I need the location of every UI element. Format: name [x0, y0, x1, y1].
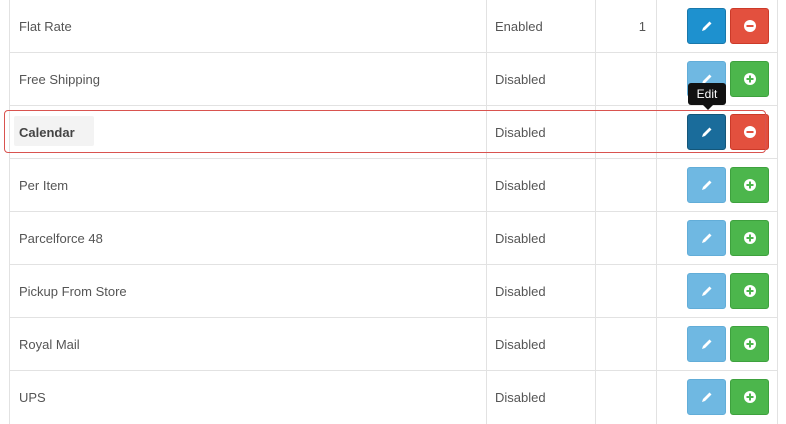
pencil-icon [701, 180, 711, 190]
status-text: Disabled [495, 178, 546, 193]
extension-name: UPS [19, 390, 46, 405]
actions-cell [657, 371, 778, 424]
name-cell: Parcelforce 48 [9, 212, 487, 265]
name-cell: UPS [9, 371, 487, 424]
edit-button-disabled [687, 167, 726, 203]
sort-order-cell [596, 106, 657, 159]
name-cell: Flat Rate [9, 0, 487, 53]
plus-circle-icon [743, 179, 756, 191]
name-cell: Free Shipping [9, 53, 487, 106]
name-cell: Calendar [9, 106, 487, 159]
pencil-icon [701, 339, 711, 349]
status-cell: Disabled [487, 159, 596, 212]
table-row: Per Item Disabled [9, 159, 778, 212]
tooltip-arrow [703, 105, 713, 110]
install-button[interactable] [730, 379, 769, 415]
pencil-icon [701, 392, 711, 402]
table-row: Flat Rate Enabled 1 [9, 0, 778, 53]
plus-circle-icon [743, 232, 756, 244]
plus-circle-icon [743, 391, 756, 403]
extension-name: Per Item [19, 178, 69, 193]
install-button[interactable] [730, 61, 769, 97]
extension-name: Pickup From Store [19, 284, 127, 299]
plus-circle-icon [743, 73, 756, 85]
pencil-icon [701, 127, 711, 137]
status-text: Disabled [495, 72, 546, 87]
edit-tooltip: Edit [688, 83, 726, 105]
sort-order-cell [596, 159, 657, 212]
minus-circle-icon [743, 20, 756, 32]
uninstall-button[interactable] [730, 114, 769, 150]
edit-button-disabled [687, 379, 726, 415]
uninstall-button[interactable] [730, 8, 769, 44]
install-button[interactable] [730, 273, 769, 309]
actions-cell [657, 159, 778, 212]
table-row: Free Shipping Disabled [9, 53, 778, 106]
status-text: Disabled [495, 125, 546, 140]
table-row-highlighted: Calendar Disabled [9, 106, 778, 159]
status-cell: Disabled [487, 106, 596, 159]
name-cell: Royal Mail [9, 318, 487, 371]
status-text: Disabled [495, 337, 546, 352]
sort-order-cell [596, 265, 657, 318]
extension-name: Royal Mail [19, 337, 80, 352]
sort-order-cell [596, 212, 657, 265]
actions-cell [657, 318, 778, 371]
status-cell: Disabled [487, 53, 596, 106]
extension-name: Calendar [19, 125, 75, 140]
sort-order-cell: 1 [596, 0, 657, 53]
install-button[interactable] [730, 220, 769, 256]
name-cell: Per Item [9, 159, 487, 212]
status-text: Enabled [495, 19, 543, 34]
status-cell: Disabled [487, 212, 596, 265]
status-cell: Enabled [487, 0, 596, 53]
table-row: Pickup From Store Disabled [9, 265, 778, 318]
extension-name: Flat Rate [19, 19, 72, 34]
actions-cell [657, 265, 778, 318]
edit-button[interactable] [687, 114, 726, 150]
status-cell: Disabled [487, 371, 596, 424]
sort-order-text: 1 [638, 19, 646, 34]
name-cell: Pickup From Store [9, 265, 487, 318]
actions-cell [657, 212, 778, 265]
status-text: Disabled [495, 231, 546, 246]
plus-circle-icon [743, 338, 756, 350]
status-cell: Disabled [487, 318, 596, 371]
extension-name: Free Shipping [19, 72, 100, 87]
actions-cell [657, 106, 778, 159]
table-row: Parcelforce 48 Disabled [9, 212, 778, 265]
plus-circle-icon [743, 285, 756, 297]
edit-button[interactable] [687, 8, 726, 44]
sort-order-cell [596, 318, 657, 371]
status-text: Disabled [495, 284, 546, 299]
install-button[interactable] [730, 167, 769, 203]
status-text: Disabled [495, 390, 546, 405]
minus-circle-icon [743, 126, 756, 138]
pencil-icon [701, 21, 711, 31]
edit-button-disabled [687, 273, 726, 309]
install-button[interactable] [730, 326, 769, 362]
pencil-icon [701, 286, 711, 296]
edit-button-disabled [687, 220, 726, 256]
extension-name: Parcelforce 48 [19, 231, 103, 246]
sort-order-cell [596, 53, 657, 106]
pencil-icon [701, 233, 711, 243]
actions-cell [657, 0, 778, 53]
table-row: UPS Disabled [9, 371, 778, 424]
status-cell: Disabled [487, 265, 596, 318]
table-row: Royal Mail Disabled [9, 318, 778, 371]
sort-order-cell [596, 371, 657, 424]
edit-button-disabled [687, 326, 726, 362]
